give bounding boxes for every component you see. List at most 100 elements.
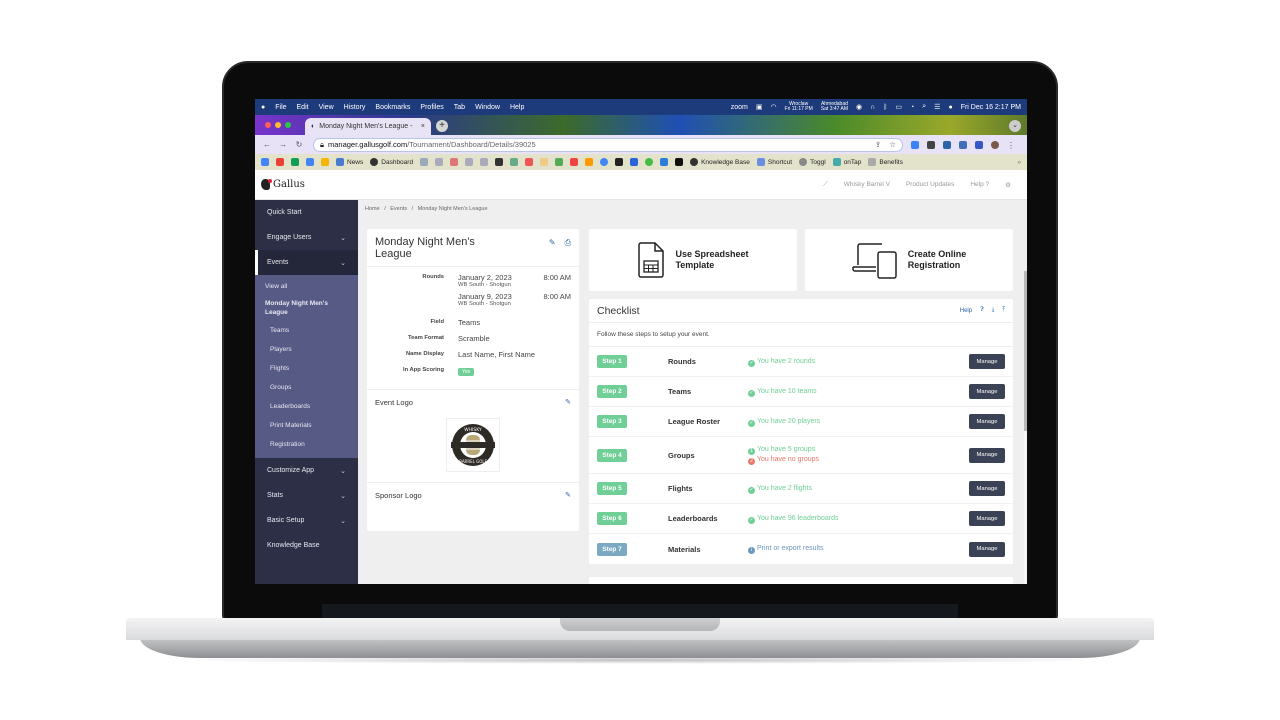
bookmark-icon[interactable] <box>495 158 504 166</box>
sidebar-item-knowledge-base[interactable]: Knowledge Base <box>255 533 358 558</box>
menu-file[interactable]: File <box>275 104 286 111</box>
airdrop-icon[interactable]: ◠ <box>770 103 776 111</box>
bookmark-analytics-icon[interactable] <box>585 158 594 166</box>
new-tab-button[interactable]: + <box>436 120 448 132</box>
sidebar-item-stats[interactable]: Stats ⌄ <box>255 483 358 508</box>
bookmark-slides-icon[interactable] <box>321 158 329 166</box>
bookmark-icon[interactable] <box>630 158 639 166</box>
checklist-help-link[interactable]: Help <box>960 308 972 314</box>
wand-icon[interactable]: ⟋ <box>823 181 828 189</box>
help-circle-icon[interactable]: ❓︎ <box>980 307 984 314</box>
edit-logo-pencil-icon[interactable]: ✎ <box>565 398 571 407</box>
sidebar-sub-print-materials[interactable]: Print Materials <box>255 416 358 435</box>
control-center-icon[interactable]: ☰ <box>934 103 940 111</box>
menu-window[interactable]: Window <box>475 104 500 111</box>
help-link[interactable]: Help ? <box>970 181 989 188</box>
bookmark-icon[interactable] <box>540 158 549 166</box>
bookmark-icon[interactable] <box>465 158 474 166</box>
sidebar-sub-teams[interactable]: Teams <box>255 321 358 340</box>
download-icon[interactable]: ⤓ <box>992 307 995 314</box>
sidebar-sub-groups[interactable]: Groups <box>255 378 358 397</box>
upload-icon[interactable]: ⤒ <box>1002 307 1005 314</box>
bookmark-icon[interactable] <box>645 158 654 166</box>
reload-icon[interactable]: ↻ <box>293 140 305 149</box>
menu-bookmarks[interactable]: Bookmarks <box>375 104 410 111</box>
puzzle-icon[interactable] <box>943 140 951 149</box>
menu-tab[interactable]: Tab <box>454 104 465 111</box>
wifi-icon[interactable]: ◔ <box>910 104 914 111</box>
bookmark-amazon-icon[interactable] <box>615 158 624 166</box>
bookmark-maps-icon[interactable] <box>570 158 579 166</box>
sidebar-item-customize-app[interactable]: Customize App ⌄ <box>255 458 358 483</box>
browser-tab[interactable]: ◐ Monday Night Men's League - × <box>305 118 431 135</box>
create-online-registration-button[interactable]: Create Online Registration <box>805 229 1013 291</box>
sidebar-sub-view-all[interactable]: View all <box>255 277 358 296</box>
menu-profiles[interactable]: Profiles <box>420 104 443 111</box>
battery-icon[interactable]: ▭ <box>895 103 902 111</box>
manage-materials-button[interactable]: Manage <box>969 541 1005 557</box>
bookmark-docs-icon[interactable] <box>306 158 314 166</box>
share-icon[interactable]: ⇪ <box>875 140 881 149</box>
menu-help[interactable]: Help <box>510 104 524 111</box>
menu-edit[interactable]: Edit <box>297 104 309 111</box>
bookmark-icon[interactable] <box>510 158 519 166</box>
bookmark-news[interactable]: News <box>336 158 363 166</box>
headphones-icon[interactable]: ∩ <box>870 104 875 111</box>
menu-view[interactable]: View <box>319 104 334 111</box>
bookmark-icon[interactable] <box>480 158 489 166</box>
sidebar-sub-registration[interactable]: Registration <box>255 435 358 454</box>
sidebar-sub-players[interactable]: Players <box>255 340 358 359</box>
siri-icon[interactable]: ● <box>948 104 952 111</box>
bookmark-icon[interactable] <box>660 158 669 166</box>
bookmark-ontap[interactable]: onTap <box>832 158 861 166</box>
bookmark-star-icon[interactable]: ☆ <box>889 140 896 149</box>
forward-icon[interactable]: → <box>277 140 289 149</box>
brand-logo[interactable]: Gallus <box>261 179 305 190</box>
zoom-status[interactable]: zoom <box>731 104 748 111</box>
bookmark-shortcut[interactable]: Shortcut <box>756 158 792 166</box>
extension-icon[interactable] <box>911 140 919 149</box>
product-updates-link[interactable]: Product Updates <box>906 181 954 188</box>
manage-leaderboards-button[interactable]: Manage <box>969 511 1005 526</box>
sidebar-item-engage-users[interactable]: Engage Users ⌄ <box>255 225 358 250</box>
manage-flights-button[interactable]: Manage <box>969 481 1005 496</box>
bookmark-toggl[interactable]: Toggl <box>799 158 826 166</box>
screen-icon[interactable]: ▣ <box>756 103 763 111</box>
settings-gear-icon[interactable]: ⚙ <box>1005 181 1011 189</box>
sidebar-sub-leaderboards[interactable]: Leaderboards <box>255 397 358 416</box>
maximize-window-button[interactable] <box>285 122 291 128</box>
edit-pencil-icon[interactable]: ✎ <box>549 238 556 259</box>
bookmark-dashboard[interactable]: Dashboard <box>370 158 413 166</box>
bookmark-gmail-icon[interactable] <box>276 158 284 166</box>
sidebar-sub-current-event[interactable]: Monday Night Men's League <box>255 296 358 321</box>
tab-close-icon[interactable]: × <box>421 123 425 130</box>
menu-history[interactable]: History <box>344 104 366 111</box>
sidebar-item-basic-setup[interactable]: Basic Setup ⌄ <box>255 508 358 533</box>
bookmark-icon[interactable] <box>555 158 564 166</box>
bookmark-knowledge-base[interactable]: Knowledge Base <box>690 158 750 166</box>
manage-roster-button[interactable]: Manage <box>969 414 1005 429</box>
edit-sponsor-pencil-icon[interactable]: ✎ <box>565 491 571 500</box>
more-bookmarks-icon[interactable]: » <box>1017 159 1021 166</box>
close-window-button[interactable] <box>265 122 271 128</box>
bookmark-icon[interactable] <box>450 158 459 166</box>
extension-icon[interactable] <box>927 140 935 149</box>
bookmark-calendar-icon[interactable] <box>261 158 269 166</box>
apple-icon[interactable]: ● <box>261 104 265 111</box>
minimize-window-button[interactable] <box>275 122 281 128</box>
datetime[interactable]: Fri Dec 16 2:17 PM <box>961 104 1021 111</box>
manage-groups-button[interactable]: Manage <box>969 447 1005 463</box>
bookmark-icon[interactable] <box>435 158 444 166</box>
bluetooth-icon[interactable]: ᛒ <box>883 104 887 111</box>
scrollbar-thumb[interactable] <box>1024 271 1027 431</box>
reading-list-icon[interactable] <box>959 140 967 149</box>
bookmark-icon[interactable] <box>675 158 684 166</box>
bookmark-google-icon[interactable] <box>600 158 609 166</box>
profile-avatar[interactable] <box>991 140 999 149</box>
use-spreadsheet-template-button[interactable]: Use Spreadsheet Template <box>589 229 797 291</box>
bookmark-icon[interactable] <box>525 158 534 166</box>
side-panel-icon[interactable] <box>975 140 983 149</box>
bookmark-sheets-icon[interactable] <box>291 158 299 166</box>
sidebar-item-events[interactable]: Events ⌄ <box>255 250 358 275</box>
breadcrumb-home[interactable]: Home <box>365 206 380 212</box>
